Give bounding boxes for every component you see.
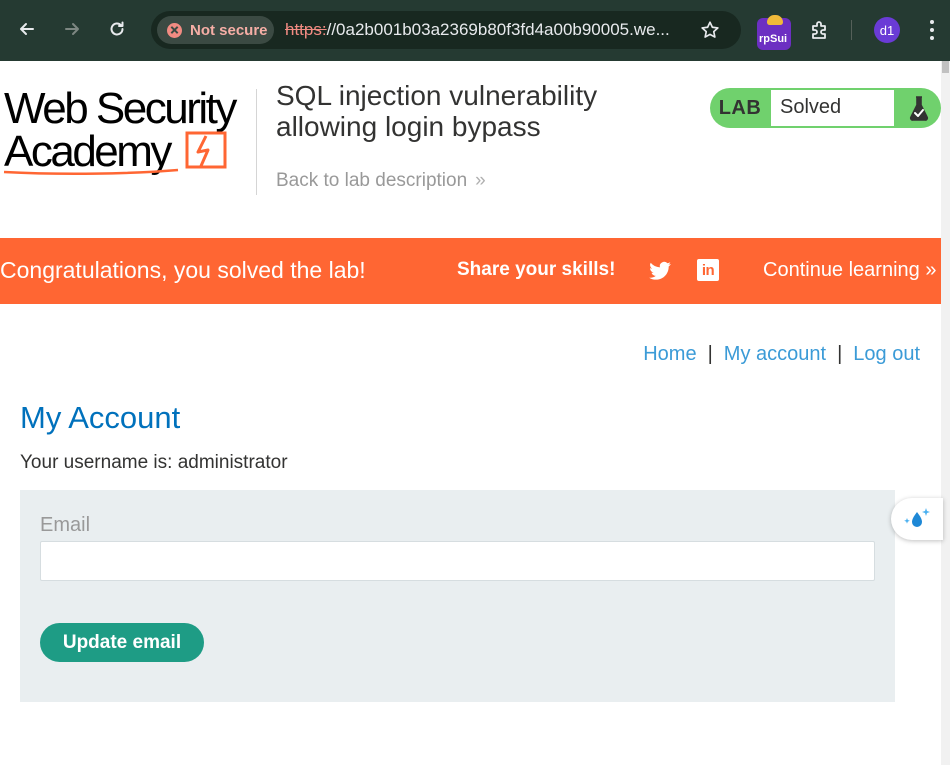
log-out-link[interactable]: Log out (853, 343, 920, 365)
email-field[interactable] (40, 541, 875, 581)
header-divider (256, 89, 257, 195)
page-title: My Account (20, 400, 181, 435)
sparkle-drop-icon (904, 508, 930, 527)
floating-assistant-button[interactable] (891, 498, 943, 540)
page-scrollbar[interactable] (941, 61, 950, 765)
burp-extension-label: rpSui (759, 33, 788, 45)
username-text: Your username is: administrator (20, 452, 288, 473)
double-chevron-icon: » (925, 259, 937, 281)
logo-spark-icon (185, 131, 227, 169)
lab-status-prefix: LAB (718, 96, 762, 119)
back-button[interactable] (12, 14, 42, 44)
flask-icon (896, 88, 941, 128)
congrats-message: Congratulations, you solved the lab! (0, 257, 366, 283)
change-email-form: Email Update email (20, 490, 895, 702)
linkedin-icon[interactable]: in (697, 259, 719, 281)
double-chevron-icon: » (475, 170, 486, 191)
nav-separator: | (837, 343, 843, 365)
reload-icon (110, 21, 124, 36)
puzzle-icon[interactable] (808, 18, 832, 42)
burp-extension-button[interactable]: rpSui (757, 15, 791, 50)
continue-learning-label: Continue learning (763, 259, 920, 281)
nav-separator: | (707, 343, 713, 365)
url-scheme: https: (285, 20, 327, 39)
back-link-label: Back to lab description (276, 170, 468, 191)
lab-title: SQL injection vulnerability allowing log… (276, 80, 598, 142)
account-nav: Home | My account | Log out (643, 343, 920, 366)
kebab-menu-icon[interactable] (922, 18, 942, 42)
security-label: Not secure (190, 21, 268, 39)
profile-avatar[interactable]: d1 (874, 17, 900, 43)
back-arrow-icon (20, 23, 34, 35)
lab-status-text: Solved (771, 90, 894, 126)
logo-line-1: Web Security (4, 84, 237, 133)
url-text[interactable]: https://0a2b001b03a2369b80f3fd4a00b90005… (285, 20, 670, 40)
twitter-icon[interactable] (647, 258, 673, 284)
scrollbar-thumb[interactable] (942, 61, 949, 73)
my-account-link[interactable]: My account (724, 343, 826, 365)
update-email-button[interactable]: Update email (40, 623, 204, 662)
url-rest: //0a2b001b03a2369b80f3fd4a00b90005.we... (326, 20, 670, 39)
share-label: Share your skills! (457, 259, 616, 280)
forward-button[interactable] (57, 14, 87, 44)
star-icon[interactable] (699, 19, 721, 41)
security-indicator[interactable]: Not secure (157, 16, 274, 44)
browser-toolbar: Not secure https://0a2b001b03a2369b80f3f… (0, 0, 950, 61)
forward-arrow-icon (65, 23, 79, 35)
warning-icon (167, 22, 182, 38)
reload-button[interactable] (102, 14, 132, 44)
solved-banner: Congratulations, you solved the lab! Sha… (0, 238, 941, 304)
home-link[interactable]: Home (643, 343, 696, 365)
toolbar-divider (851, 20, 852, 40)
burp-extension-icon (767, 15, 783, 25)
web-security-academy-logo[interactable]: Web Security Academy (2, 84, 254, 180)
address-bar[interactable]: Not secure https://0a2b001b03a2369b80f3f… (151, 11, 741, 49)
email-label: Email (40, 514, 91, 536)
continue-learning-link[interactable]: Continue learning » (763, 259, 936, 282)
back-to-lab-description-link[interactable]: Back to lab description » (276, 170, 486, 192)
lab-status-widget: LAB Solved (710, 88, 941, 128)
